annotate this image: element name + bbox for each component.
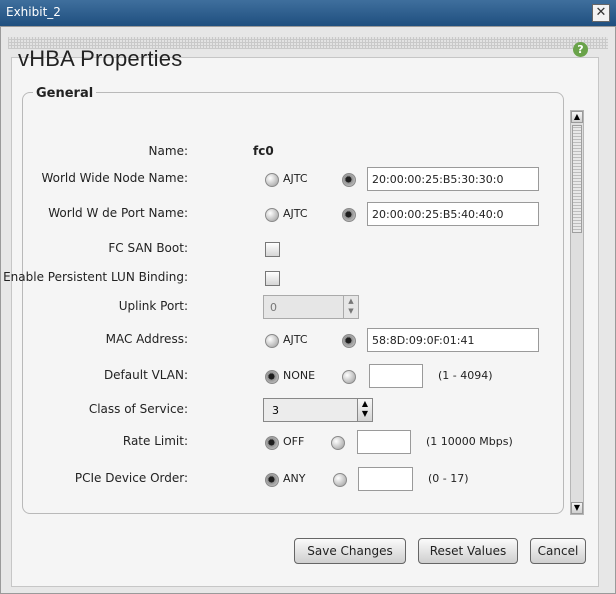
scroll-thumb[interactable] — [572, 125, 582, 233]
fc-san-boot-row: FC SAN Boot: — [0, 237, 560, 263]
general-section-title: General — [33, 86, 97, 101]
mac-address-label: MAC Address: — [105, 332, 188, 346]
default-vlan-row: Default VLAN: NONE (1 - 4094) — [0, 364, 560, 390]
scroll-up-icon[interactable]: ▲ — [571, 111, 583, 123]
wwpn-input[interactable]: 20:00:00:25:B5:40:40:0 — [367, 202, 539, 226]
page-title: vHBA Properties — [18, 46, 183, 71]
wwnn-manual-radio[interactable] — [342, 173, 356, 187]
mac-manual-radio[interactable] — [342, 334, 356, 348]
wwpn-auto-radio[interactable] — [265, 208, 279, 222]
vlan-input[interactable] — [369, 364, 423, 388]
rate-off-label: OFF — [283, 435, 305, 448]
fc-san-boot-checkbox[interactable] — [265, 242, 280, 257]
persistent-lun-checkbox[interactable] — [265, 271, 280, 286]
class-of-service-label: Class of Service: — [88, 402, 188, 416]
name-value: fc0 — [253, 144, 274, 158]
vlan-custom-radio[interactable] — [342, 370, 356, 384]
default-vlan-label: Default VLAN: — [103, 368, 188, 382]
mac-auto-radio[interactable] — [265, 334, 279, 348]
uplink-port-spinner: 0 ▲ ▼ — [263, 295, 359, 319]
pcie-custom-radio[interactable] — [333, 473, 347, 487]
rate-range-hint: (1 10000 Mbps) — [426, 435, 513, 448]
wwnn-input[interactable]: 20:00:00:25:B5:30:30:0 — [367, 167, 539, 191]
wwnn-auto-radio[interactable] — [265, 173, 279, 187]
pcie-any-label: ANY — [283, 472, 306, 485]
select-arrows-icon: ▲ ▼ — [357, 399, 372, 421]
wwpn-auto-label: AJTC — [283, 207, 308, 220]
reset-values-button[interactable]: Reset Values — [418, 538, 518, 564]
vlan-none-label: NONE — [283, 369, 316, 382]
vertical-scrollbar[interactable]: ▲ ▼ — [570, 110, 584, 515]
class-of-service-select[interactable]: 3 ▲ ▼ — [263, 398, 373, 422]
rate-off-radio[interactable] — [265, 436, 279, 450]
wwpn-label: World W de Port Name: — [48, 206, 188, 220]
uplink-port-value: 0 — [270, 301, 277, 314]
rate-limit-input[interactable] — [357, 430, 411, 454]
help-icon[interactable]: ? — [573, 42, 588, 57]
rate-limit-label: Rate Limit: — [122, 434, 188, 448]
wwnn-label: World Wide Node Name: — [41, 171, 188, 185]
save-changes-button[interactable]: Save Changes — [294, 538, 406, 564]
wwnn-auto-label: AJTC — [283, 172, 308, 185]
uplink-port-row: Uplink Port: 0 ▲ ▼ — [0, 295, 560, 321]
mac-address-input[interactable]: 58:8D:09:0F:01:41 — [367, 328, 539, 352]
pcie-any-radio[interactable] — [265, 473, 279, 487]
spinner-arrows-icon: ▲ ▼ — [343, 296, 358, 318]
wwpn-manual-radio[interactable] — [342, 208, 356, 222]
rate-limit-row: Rate Limit: OFF (1 10000 Mbps) — [0, 430, 560, 456]
class-of-service-value: 3 — [272, 404, 279, 417]
scroll-down-icon[interactable]: ▼ — [571, 502, 583, 514]
fc-san-boot-label: FC SAN Boot: — [108, 241, 188, 255]
wwnn-row: World Wide Node Name: AJTC 20:00:00:25:B… — [0, 167, 560, 193]
pcie-order-row: PCIe Device Order: ANY (0 - 17) — [0, 467, 560, 493]
mac-auto-label: AJTC — [283, 333, 308, 346]
class-of-service-row: Class of Service: 3 ▲ ▼ — [0, 398, 560, 424]
mac-address-row: MAC Address: AJTC 58:8D:09:0F:01:41 — [0, 328, 560, 354]
uplink-port-label: Uplink Port: — [118, 299, 188, 313]
pcie-order-input[interactable] — [358, 467, 413, 491]
rate-custom-radio[interactable] — [331, 436, 345, 450]
close-icon[interactable]: ✕ — [592, 4, 610, 22]
pcie-order-label: PCIe Device Order: — [74, 471, 188, 485]
vlan-none-radio[interactable] — [265, 370, 279, 384]
persistent-lun-row: Enable Persistent LUN Binding: — [0, 266, 560, 292]
window-title: Exhibit_2 — [6, 5, 61, 19]
persistent-lun-label: Enable Persistent LUN Binding: — [3, 270, 188, 284]
window-titlebar: Exhibit_2 ✕ — [0, 0, 616, 26]
wwpn-row: World W de Port Name: AJTC 20:00:00:25:B… — [0, 202, 560, 228]
pcie-range-hint: (0 - 17) — [428, 472, 469, 485]
cancel-button[interactable]: Cancel — [530, 538, 586, 564]
name-label: Name: — [148, 144, 188, 158]
vlan-range-hint: (1 - 4094) — [438, 369, 493, 382]
name-row: Name: fc0 — [0, 140, 560, 166]
